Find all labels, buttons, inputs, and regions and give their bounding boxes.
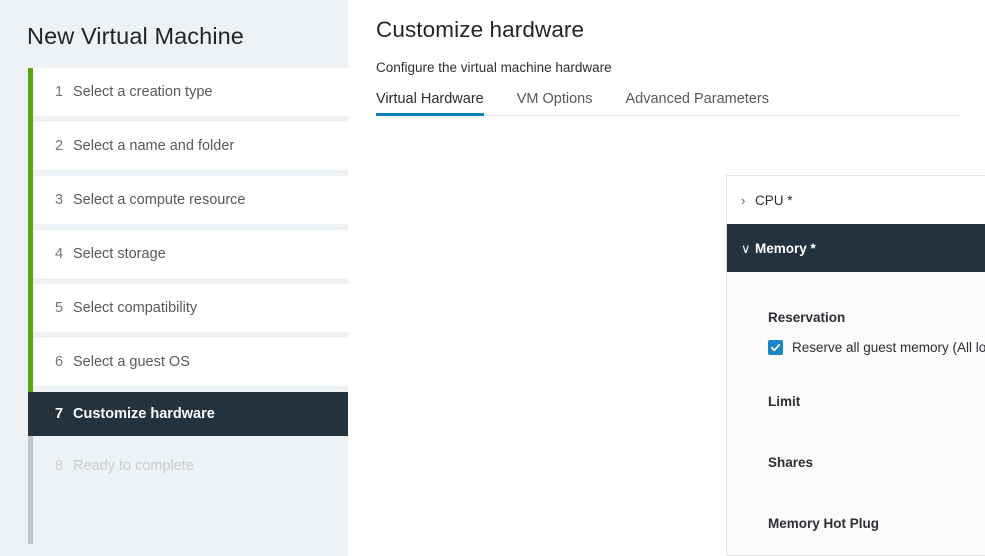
checkmark-icon xyxy=(770,344,781,352)
limit-label: Limit xyxy=(768,394,801,409)
sidebar-step-5[interactable]: 5 Select compatibility xyxy=(33,284,348,332)
hardware-row-memory[interactable]: ∨ Memory * 12 ∨ GB ∨ xyxy=(727,224,985,272)
new-virtual-machine-wizard: New Virtual Machine 1 Select a creation … xyxy=(0,0,985,556)
wizard-sidebar: New Virtual Machine 1 Select a creation … xyxy=(0,0,348,556)
step-number: 4 xyxy=(55,246,64,262)
sidebar-step-6[interactable]: 6 Select a guest OS xyxy=(33,338,348,386)
required-marker: * xyxy=(810,240,816,256)
tab-vm-options[interactable]: VM Options xyxy=(517,91,593,115)
tab-virtual-hardware[interactable]: Virtual Hardware xyxy=(376,91,484,116)
memory-reservation-row: Reservation 4 ∨ GB ∨ Reserve all guest m… xyxy=(727,299,985,361)
reservation-label: Reservation xyxy=(768,310,846,325)
sidebar-step-3[interactable]: 3 Select a compute resource xyxy=(33,176,348,224)
step-label: Select compatibility xyxy=(73,300,198,316)
memory-shares-row: Shares Normal ∨ 40960 xyxy=(727,444,985,505)
cpu-label: CPU * xyxy=(755,192,793,208)
tab-bar: Virtual Hardware VM Options Advanced Par… xyxy=(376,91,959,116)
sidebar-step-2[interactable]: 2 Select a name and folder xyxy=(33,122,348,170)
memory-label: Memory * xyxy=(755,240,816,256)
wizard-steps-list: 1 Select a creation type 2 Select a name… xyxy=(28,68,348,490)
sidebar-step-7-customize-hardware[interactable]: 7 Customize hardware xyxy=(28,392,348,436)
memory-hot-plug-label: Memory Hot Plug xyxy=(768,516,880,531)
step-number: 1 xyxy=(55,84,64,100)
step-label: Select storage xyxy=(73,246,166,262)
step-label: Select a creation type xyxy=(73,84,213,100)
sidebar-step-1[interactable]: 1 Select a creation type xyxy=(33,68,348,116)
step-number: 7 xyxy=(55,406,64,422)
page-title: Customize hardware xyxy=(376,17,585,42)
hardware-row-cpu[interactable]: › CPU * 8 ∨ i xyxy=(727,176,985,224)
chevron-right-icon[interactable]: › xyxy=(741,194,752,207)
step-number: 5 xyxy=(55,300,64,316)
step-label: Select a guest OS xyxy=(73,354,190,370)
memory-limit-row: Limit Unlimited ∨ MB ∨ xyxy=(727,383,985,444)
step-number: 8 xyxy=(55,458,64,474)
step-label: Ready to complete xyxy=(73,458,194,474)
reserve-all-guest-memory-label: Reserve all guest memory (All locked) xyxy=(792,340,985,355)
sidebar-step-4[interactable]: 4 Select storage xyxy=(33,230,348,278)
main-content: Customize hardware Configure the virtual… xyxy=(348,0,985,556)
step-number: 2 xyxy=(55,138,64,154)
wizard-title: New Virtual Machine xyxy=(27,23,244,49)
hardware-device-list: › CPU * 8 ∨ i ∨ Memory * 12 ∨ xyxy=(726,175,985,556)
shares-label: Shares xyxy=(768,455,814,470)
sidebar-step-8-ready-to-complete: 8 Ready to complete xyxy=(33,442,348,490)
step-label: Select a compute resource xyxy=(73,192,246,208)
required-marker: * xyxy=(787,192,793,208)
main-header: Customize hardware Configure the virtual… xyxy=(348,0,985,116)
step-number: 3 xyxy=(55,192,64,208)
step-number: 6 xyxy=(55,354,64,370)
wizard-steps-container: 1 Select a creation type 2 Select a name… xyxy=(0,68,348,544)
memory-hot-plug-row: Memory Hot Plug Enable xyxy=(727,505,985,555)
tab-advanced-parameters[interactable]: Advanced Parameters xyxy=(625,91,768,115)
reserve-all-guest-memory-checkbox[interactable] xyxy=(768,340,783,355)
step-label: Select a name and folder xyxy=(73,138,235,154)
page-subtitle: Configure the virtual machine hardware xyxy=(376,60,612,75)
reserve-all-guest-memory-row[interactable]: Reserve all guest memory (All locked) xyxy=(768,340,985,355)
step-label: Customize hardware xyxy=(73,406,215,422)
chevron-down-icon[interactable]: ∨ xyxy=(741,242,752,255)
